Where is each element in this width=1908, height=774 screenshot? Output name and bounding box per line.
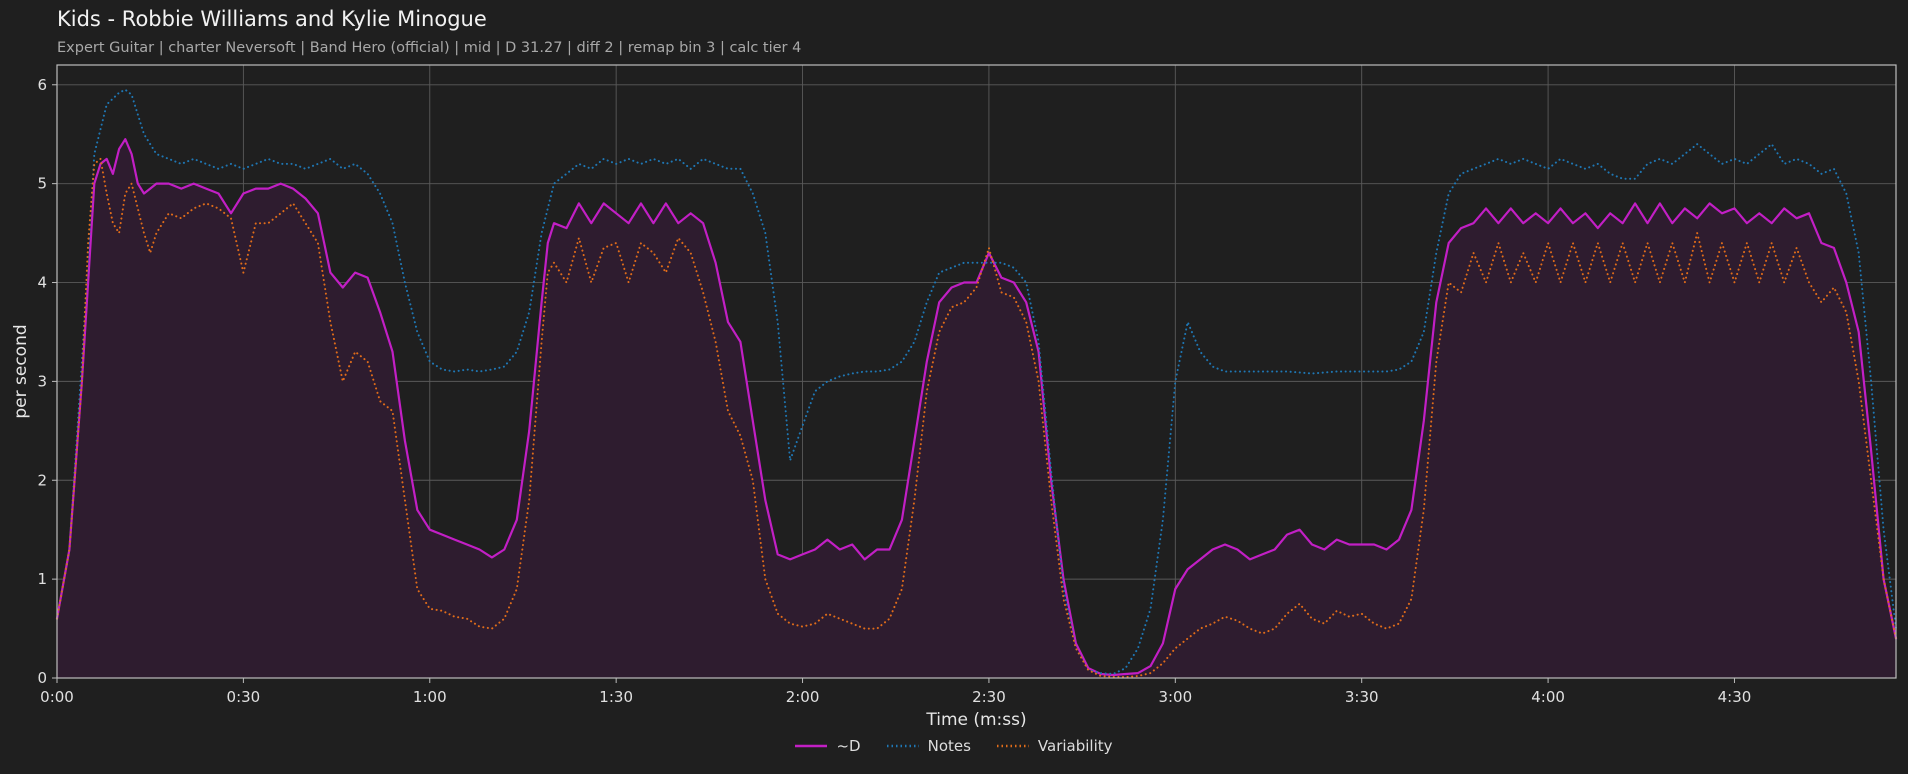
y-tick-label: 5 [37,175,47,193]
x-tick-label: 4:30 [1718,688,1752,706]
x-tick-label: 4:00 [1531,688,1565,706]
legend-label-notes: Notes [927,737,971,755]
legend-item-notes: Notes [886,737,971,755]
legend-label-variability: Variability [1037,737,1113,755]
y-tick-label: 6 [37,76,47,94]
y-tick-label: 3 [37,372,47,390]
x-tick-label: 2:00 [786,688,820,706]
legend-swatch-d [795,744,828,748]
x-tick-label: 1:30 [599,688,633,706]
line-chart: 0:00 0:30 1:00 1:30 2:00 2:30 3:00 3:30 4:00 4:30… [11,64,1898,730]
legend-item-variability: Variability [996,737,1113,755]
y-tick-label: 4 [37,274,47,292]
x-tick-label: 1:00 [413,688,447,706]
legend-swatch-notes [886,744,919,748]
x-tick-label: 2:30 [972,688,1006,706]
legend-swatch-variability [996,744,1029,748]
x-tick-label: 3:00 [1158,688,1192,706]
legend-label-d: ~D [836,737,861,755]
x-tick-label: 3:30 [1345,688,1379,706]
y-tick-label: 1 [37,570,47,588]
y-tick-label: 0 [37,669,47,687]
x-tick-label: 0:30 [227,688,261,706]
x-axis-ticks: 0:00 0:30 1:00 1:30 2:00 2:30 3:00 3:30 4:00 4:30 [40,678,1751,706]
legend: ~D Notes Variability [0,737,1908,755]
x-tick-label: 0:00 [40,688,74,706]
y-tick-label: 2 [37,471,47,489]
x-axis-label: Time (m:ss) [925,710,1026,730]
legend-item-d: ~D [795,737,861,755]
y-axis-label: per second [11,324,31,418]
y-axis-ticks: 0 1 2 3 4 5 6 [37,76,57,687]
